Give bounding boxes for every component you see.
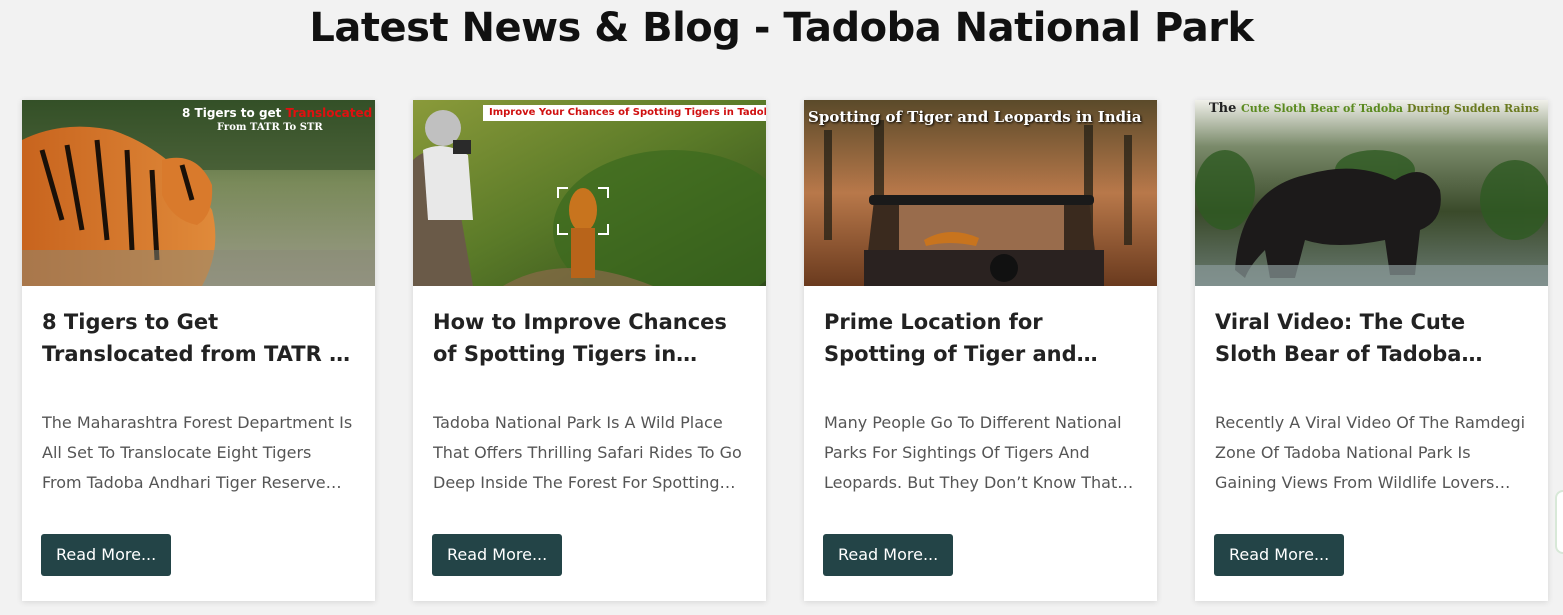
blog-card-image-sloth-bear[interactable]: The Cute Sloth Bear of Tadoba During Sud… xyxy=(1195,100,1548,286)
blog-card-image-tiger-translocation[interactable]: 8 Tigers to get Translocated From TATR T… xyxy=(22,100,375,286)
blog-card-title[interactable]: How to Improve Chances of Spotting Tiger… xyxy=(433,306,746,370)
image-caption-line1: 8 Tigers to get xyxy=(182,106,286,120)
read-more-button[interactable]: Read More... xyxy=(823,534,954,576)
read-more-button[interactable]: Read More... xyxy=(41,534,172,576)
read-more-button[interactable]: Read More... xyxy=(1214,534,1345,576)
page-title: Latest News & Blog - Tadoba National Par… xyxy=(309,5,1254,51)
blog-card-excerpt: Many People Go To Different National Par… xyxy=(824,413,1122,492)
image-caption: Spotting of Tiger and Leopards in India xyxy=(808,108,1142,126)
blog-card-image-tiger-leopards[interactable]: Spotting of Tiger and Leopards in India xyxy=(804,100,1157,286)
image-caption: Improve Your Chances of Spotting Tigers … xyxy=(489,107,766,118)
blog-card: Spotting of Tiger and Leopards in India … xyxy=(804,100,1157,601)
image-caption: 8 Tigers to get Translocated xyxy=(182,106,372,120)
sloth-bear-photo xyxy=(1195,100,1548,286)
blog-card: Improve Your Chances of Spotting Tigers … xyxy=(413,100,766,601)
blog-card-excerpt: The Maharashtra Forest Department Is All… xyxy=(42,413,353,492)
image-caption-prefix: The xyxy=(1209,101,1241,116)
blog-card: The Cute Sloth Bear of Tadoba During Sud… xyxy=(1195,100,1548,601)
image-caption-banner: Improve Your Chances of Spotting Tigers … xyxy=(483,105,766,121)
image-caption-subline: From TATR To STR xyxy=(217,122,323,133)
blog-card-excerpt: Tadoba National Park Is A Wild Place Tha… xyxy=(433,413,742,492)
blog-card-image-spotting-tigers[interactable]: Improve Your Chances of Spotting Tigers … xyxy=(413,100,766,286)
image-caption: The Cute Sloth Bear of Tadoba During Sud… xyxy=(1209,101,1539,116)
blog-card: 8 Tigers to get Translocated From TATR T… xyxy=(22,100,375,601)
jeep-safari-photo xyxy=(804,100,1157,286)
floating-chat-widget[interactable] xyxy=(1555,490,1563,554)
safari-photo xyxy=(413,100,766,286)
blog-card-list: 8 Tigers to get Translocated From TATR T… xyxy=(22,100,1548,601)
image-caption-highlight-2: During Sudden Rains xyxy=(1406,102,1539,115)
blog-card-title[interactable]: Prime Location for Spotting of Tiger and… xyxy=(824,306,1137,370)
blog-card-title[interactable]: Viral Video: The Cute Sloth Bear of Tado… xyxy=(1215,306,1528,370)
read-more-button[interactable]: Read More... xyxy=(432,534,563,576)
blog-card-excerpt: Recently A Viral Video Of The Ramdegi Zo… xyxy=(1215,413,1526,492)
blog-section: Latest News & Blog - Tadoba National Par… xyxy=(0,0,1563,615)
blog-card-title[interactable]: 8 Tigers to Get Translocated from TATR t… xyxy=(42,306,355,370)
image-caption-highlight: Cute Sloth Bear of Tadoba xyxy=(1240,102,1407,115)
image-caption-highlight: Translocated xyxy=(285,106,373,120)
